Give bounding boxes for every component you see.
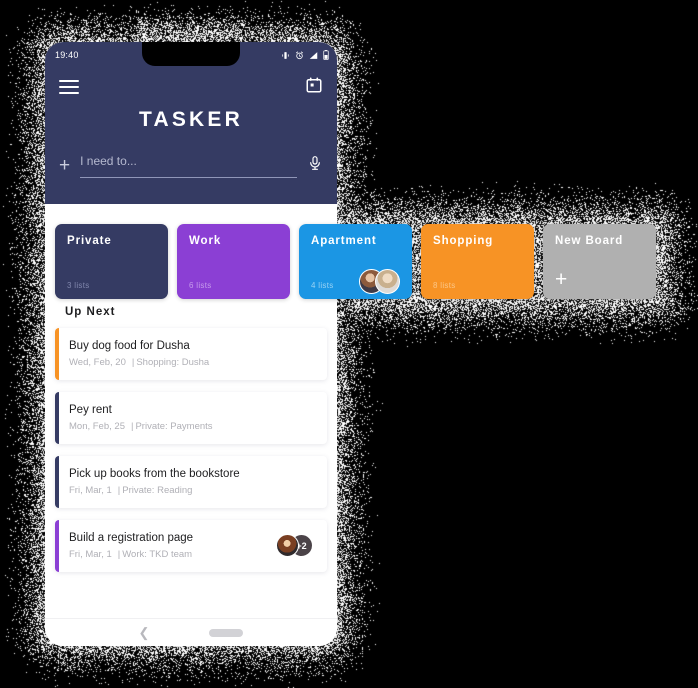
task-date: Fri, Mar, 1 [69,485,112,496]
board-members[interactable] [359,269,400,294]
calendar-icon[interactable] [305,76,323,99]
app-bar [45,68,337,102]
board-name: Apartment [311,235,400,247]
vibrate-icon [281,51,290,60]
add-board-icon[interactable]: + [555,269,567,290]
page-title: TASKER [45,108,337,132]
task-category: Private: Reading [122,485,192,496]
alarm-icon [295,51,304,60]
board-card-new-board[interactable]: New Board + [543,224,656,299]
status-icons [281,50,329,60]
task-row[interactable]: Pey rent Mon, Feb, 25 | Private: Payments [55,392,327,444]
task-separator: | [118,549,120,560]
task-title: Buy dog food for Dusha [69,340,315,352]
home-pill-indicator[interactable] [209,629,243,637]
task-row[interactable]: Pick up books from the bookstore Fri, Ma… [55,456,327,508]
task-category: Private: Payments [135,421,212,432]
board-list-count: 4 lists [311,281,334,290]
task-separator: | [131,421,133,432]
task-assignees[interactable]: +2 [276,534,313,557]
board-name: Work [189,235,278,247]
board-name: New Board [555,235,644,247]
task-input[interactable] [80,154,297,168]
task-accent-bar [55,392,59,444]
task-date: Mon, Feb, 25 [69,421,125,432]
board-card-apartment[interactable]: Apartment 4 lists [299,224,412,299]
task-row[interactable]: Build a registration page Fri, Mar, 1 | Wo… [55,520,327,572]
task-content: Pey rent Mon, Feb, 25 | Private: Payments [69,404,315,432]
board-footer: 3 lists [67,281,156,290]
task-category: Shopping: Dusha [136,357,209,368]
task-meta: Wed, Feb, 20 | Shopping: Dusha [69,357,315,368]
task-title: Pey rent [69,404,315,416]
battery-icon [323,50,329,60]
board-footer: 6 lists [189,281,278,290]
board-name: Shopping [433,235,522,247]
board-carousel[interactable]: Private 3 lists Work 6 lists Apartment 4… [55,224,656,299]
app-header: 19:40 TASKER + I need to... [45,42,337,204]
board-card-shopping[interactable]: Shopping 8 lists [421,224,534,299]
task-accent-bar [55,328,59,380]
board-footer: 8 lists [433,281,522,290]
task-date: Wed, Feb, 20 [69,357,126,368]
task-title: Pick up books from the bookstore [69,468,315,480]
add-task-icon[interactable]: + [59,156,70,175]
microphone-icon[interactable] [307,155,323,176]
task-content: Build a registration page Fri, Mar, 1 | Wo… [69,532,276,560]
task-input-wrapper [80,152,297,178]
signal-icon [309,51,318,60]
hamburger-menu-icon[interactable] [59,80,79,94]
up-next-heading: Up Next [65,306,115,318]
status-time: 19:40 [55,50,79,60]
task-date: Fri, Mar, 1 [69,549,112,560]
task-separator: | [132,357,134,368]
task-meta: Fri, Mar, 1 | Private: Reading [69,485,315,496]
board-footer: + [555,269,644,290]
avatar [375,269,400,294]
task-content: Buy dog food for Dusha Wed, Feb, 20 | Shop… [69,340,315,368]
avatar [276,534,299,557]
phone-mockup: 19:40 TASKER + I need to... Up Next Buy … [45,42,337,646]
board-card-work[interactable]: Work 6 lists [177,224,290,299]
phone-notch [142,42,240,66]
task-list: Buy dog food for Dusha Wed, Feb, 20 | Shop… [55,328,327,584]
task-category: Work: TKD team [122,549,192,560]
task-meta: Mon, Feb, 25 | Private: Payments [69,421,315,432]
task-title: Build a registration page [69,532,276,544]
board-footer: 4 lists [311,269,400,290]
board-card-private[interactable]: Private 3 lists [55,224,168,299]
task-accent-bar [55,520,59,572]
chevron-left-icon[interactable]: ❮ [139,626,150,639]
task-entry-row: + [45,152,337,178]
board-list-count: 3 lists [67,281,90,290]
task-accent-bar [55,456,59,508]
board-name: Private [67,235,156,247]
board-list-count: 8 lists [433,281,456,290]
task-row[interactable]: Buy dog food for Dusha Wed, Feb, 20 | Shop… [55,328,327,380]
task-content: Pick up books from the bookstore Fri, Ma… [69,468,315,496]
system-nav-bar: ❮ [45,618,337,646]
task-meta: Fri, Mar, 1 | Work: TKD team [69,549,276,560]
board-list-count: 6 lists [189,281,212,290]
task-separator: | [118,485,120,496]
